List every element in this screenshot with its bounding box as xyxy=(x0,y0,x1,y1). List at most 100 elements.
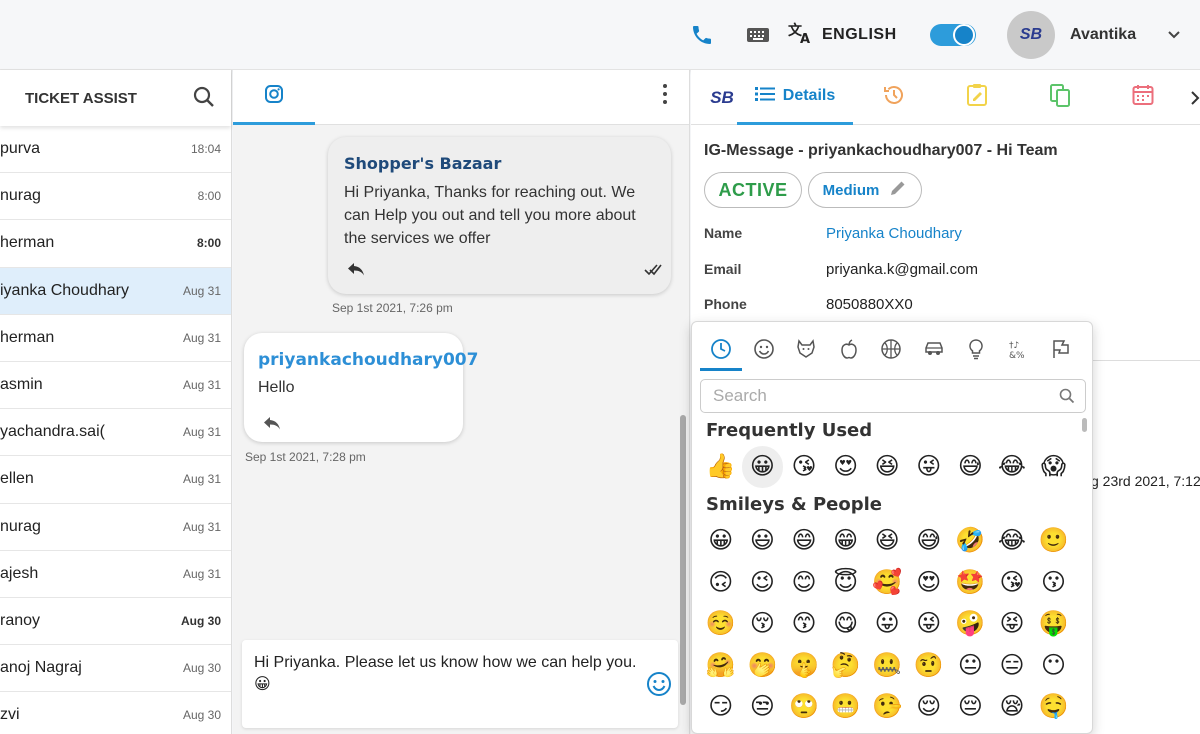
chevron-down-icon[interactable] xyxy=(1168,0,1180,70)
emoji-option[interactable]: 😗 xyxy=(1033,562,1075,604)
message-composer[interactable]: Hi Priyanka. Please let us know how we c… xyxy=(242,640,678,728)
emoji-icon[interactable] xyxy=(646,671,672,704)
emoji-option[interactable]: 😅 xyxy=(950,446,992,488)
list-item[interactable]: yachandra.sai(Aug 31 xyxy=(0,409,231,457)
emoji-option[interactable]: 😙 xyxy=(783,603,825,645)
emoji-option[interactable]: 😛 xyxy=(866,603,908,645)
emoji-option[interactable]: 🤣 xyxy=(950,520,992,562)
language-selector[interactable]: 文A ENGLISH xyxy=(788,0,897,70)
list-item[interactable]: herman Aug 31 xyxy=(0,315,231,362)
emoji-option[interactable]: 🤗 xyxy=(700,645,742,687)
tab-history[interactable] xyxy=(879,70,909,125)
smiley-icon[interactable] xyxy=(743,330,786,368)
emoji-option[interactable]: 😉 xyxy=(742,562,784,604)
phone-icon[interactable] xyxy=(688,0,716,70)
clock-icon[interactable] xyxy=(700,330,743,368)
emoji-option[interactable]: 😪 xyxy=(991,686,1033,728)
tab-calendar[interactable] xyxy=(1128,70,1158,125)
priority-badge[interactable]: Medium xyxy=(808,172,922,208)
emoji-option[interactable]: 😅 xyxy=(908,520,950,562)
emoji-option[interactable]: 😁 xyxy=(825,520,867,562)
emoji-option[interactable]: 🙃 xyxy=(700,562,742,604)
emoji-option[interactable]: 😃 xyxy=(742,520,784,562)
list-item[interactable]: nurag 8:00 xyxy=(0,173,231,221)
emoji-option[interactable]: 🤩 xyxy=(950,562,992,604)
emoji-option[interactable]: 😀 xyxy=(741,446,784,488)
symbols-icon[interactable]: †♪ &% xyxy=(998,330,1041,368)
travel-icon[interactable] xyxy=(913,330,956,368)
emoji-option[interactable]: ☺️ xyxy=(700,603,742,645)
reply-icon[interactable] xyxy=(262,415,282,436)
emoji-option[interactable]: 😂 xyxy=(991,446,1033,488)
status-badge[interactable]: ACTIVE xyxy=(704,172,802,208)
emoji-option[interactable]: 😜 xyxy=(908,446,950,488)
list-item[interactable]: ranoy Aug 30 xyxy=(0,598,231,646)
emoji-option[interactable]: 😚 xyxy=(742,603,784,645)
emoji-option[interactable]: 😂 xyxy=(991,520,1033,562)
list-item[interactable]: iyanka Choudhary Aug 31 xyxy=(0,267,231,315)
animal-icon[interactable] xyxy=(785,330,828,368)
emoji-search-input[interactable]: Search xyxy=(700,379,1086,413)
emoji-option[interactable]: 😋 xyxy=(825,603,867,645)
chat-scrollbar[interactable] xyxy=(680,415,686,705)
tab-notes[interactable] xyxy=(962,70,992,125)
emoji-option[interactable]: 🤥 xyxy=(866,686,908,728)
emoji-option[interactable]: 😄 xyxy=(783,520,825,562)
emoji-option[interactable]: 🥰 xyxy=(866,562,908,604)
flags-icon[interactable] xyxy=(1040,330,1083,368)
emoji-option[interactable]: 😒 xyxy=(742,686,784,728)
emoji-option[interactable]: 🙄 xyxy=(783,686,825,728)
list-item[interactable]: purva 18:04 xyxy=(0,126,231,174)
emoji-option[interactable]: 😘 xyxy=(783,446,825,488)
emoji-option[interactable]: 😍 xyxy=(825,446,867,488)
emoji-option[interactable]: 😐 xyxy=(950,645,992,687)
list-item[interactable]: nurag Aug 31 xyxy=(0,504,231,551)
list-item[interactable]: ellen Aug 31 xyxy=(0,456,231,504)
list-item[interactable]: asmin Aug 31 xyxy=(0,362,231,410)
more-options-icon[interactable] xyxy=(663,84,667,104)
list-item[interactable]: herman 8:00 xyxy=(0,220,231,268)
emoji-option[interactable]: 🤨 xyxy=(908,645,950,687)
emoji-option[interactable]: 🤪 xyxy=(950,603,992,645)
emoji-option[interactable]: 🤭 xyxy=(742,645,784,687)
emoji-option[interactable]: 😝 xyxy=(991,603,1033,645)
emoji-option[interactable]: 👍 xyxy=(700,446,742,488)
list-item[interactable]: anoj Nagraj Aug 30 xyxy=(0,645,231,693)
emoji-option[interactable]: 🤑 xyxy=(1033,603,1075,645)
reply-icon[interactable] xyxy=(346,261,366,282)
tab-instagram[interactable] xyxy=(233,70,315,125)
emoji-option[interactable]: 🤫 xyxy=(783,645,825,687)
activity-icon[interactable] xyxy=(870,330,913,368)
emoji-option[interactable]: 😍 xyxy=(908,562,950,604)
emoji-option[interactable]: 🤤 xyxy=(1033,686,1075,728)
search-icon[interactable] xyxy=(193,86,215,112)
tab-copy[interactable] xyxy=(1045,70,1075,125)
field-value-name[interactable]: Priyanka Choudhary xyxy=(826,225,962,242)
food-icon[interactable] xyxy=(828,330,871,368)
keyboard-icon[interactable] xyxy=(744,0,772,70)
emoji-option[interactable]: 😌 xyxy=(908,686,950,728)
edit-icon[interactable] xyxy=(889,179,907,201)
chevron-right-icon[interactable] xyxy=(1188,70,1200,125)
emoji-option[interactable]: 😇 xyxy=(825,562,867,604)
emoji-option[interactable]: 😶 xyxy=(1033,645,1075,687)
emoji-option[interactable]: 🤔 xyxy=(825,645,867,687)
picker-scrollbar[interactable] xyxy=(1082,418,1087,432)
emoji-option[interactable]: 🙂 xyxy=(1033,520,1075,562)
list-item[interactable]: ajesh Aug 31 xyxy=(0,551,231,598)
user-name[interactable]: Avantika xyxy=(1070,0,1136,70)
emoji-option[interactable]: 😜 xyxy=(908,603,950,645)
emoji-option[interactable]: 🤐 xyxy=(866,645,908,687)
emoji-option[interactable]: 😔 xyxy=(950,686,992,728)
status-toggle[interactable] xyxy=(930,0,976,70)
emoji-option[interactable]: 😆 xyxy=(866,446,908,488)
emoji-option[interactable]: 😏 xyxy=(700,686,742,728)
emoji-option[interactable]: 😆 xyxy=(866,520,908,562)
emoji-option[interactable]: 😑 xyxy=(991,645,1033,687)
emoji-option[interactable]: 😊 xyxy=(783,562,825,604)
avatar[interactable]: SB xyxy=(1007,0,1055,70)
emoji-option[interactable]: 😘 xyxy=(991,562,1033,604)
objects-icon[interactable] xyxy=(955,330,998,368)
tab-details[interactable]: Details xyxy=(737,70,853,125)
list-item[interactable]: zvi Aug 30 xyxy=(0,692,231,734)
